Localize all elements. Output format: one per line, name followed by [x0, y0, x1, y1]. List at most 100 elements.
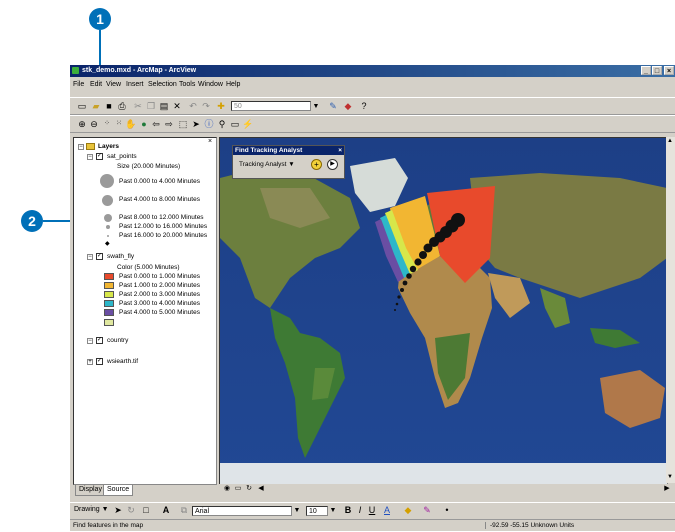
zoom-out-icon[interactable]: ⊖	[88, 118, 100, 130]
select-elements-icon[interactable]: ➤	[190, 118, 202, 130]
playback-manager-icon[interactable]: ▶	[327, 159, 338, 170]
rotate-icon[interactable]: ↻	[125, 504, 137, 516]
swath-fly-checkbox[interactable]: ✓	[96, 253, 103, 260]
font-size-combo[interactable]: 10	[306, 506, 328, 516]
scroll-up-icon[interactable]: ▲	[667, 138, 673, 144]
picture-icon[interactable]: ⧉	[178, 504, 190, 516]
scroll-left-icon[interactable]: ◀	[255, 483, 267, 495]
country-label[interactable]: country	[107, 337, 128, 344]
world-map-image	[220, 138, 667, 484]
toc-close-icon[interactable]: ×	[208, 138, 212, 145]
font-name-combo[interactable]: Arial	[192, 506, 292, 516]
save-icon[interactable]: ■	[103, 100, 115, 112]
swath-fly-item-5: Past 4.000 to 5.000 Minutes	[119, 309, 200, 316]
whats-this-icon[interactable]: ?	[358, 100, 370, 112]
text-tool-icon[interactable]: A	[160, 504, 172, 516]
wsiearth-checkbox[interactable]: ✓	[96, 358, 103, 365]
tab-source[interactable]: Source	[103, 484, 134, 496]
swath-swatch-4	[104, 300, 114, 307]
find-icon[interactable]: ⚲	[216, 118, 228, 130]
close-button[interactable]: ×	[664, 66, 674, 75]
zoom-in-icon[interactable]: ⊕	[76, 118, 88, 130]
arctoolbox-icon[interactable]: ◆	[342, 100, 354, 112]
font-size-dropdown-icon[interactable]: ▼	[327, 505, 339, 517]
sat-points-label[interactable]: sat_points	[107, 153, 137, 160]
back-icon[interactable]: ⇦	[150, 118, 162, 130]
hyperlink-icon[interactable]: ⚡	[242, 118, 254, 130]
open-icon[interactable]: ▰	[90, 100, 102, 112]
tab-display[interactable]: Display	[75, 484, 106, 496]
size-symbol-smallest	[107, 235, 109, 237]
layers-root-label[interactable]: Layers	[98, 143, 119, 150]
marker-color-icon[interactable]: •	[441, 504, 453, 516]
add-data-icon[interactable]: ✚	[215, 100, 227, 112]
menu-view[interactable]: View	[106, 81, 121, 88]
fixed-zoom-in-icon[interactable]: ⁘	[101, 118, 113, 130]
tracking-analyst-dropdown[interactable]: Tracking Analyst ▼	[239, 161, 295, 168]
drawing-menu[interactable]: Drawing ▼	[74, 506, 109, 513]
map-vertical-scrollbar[interactable]: ▲ ▼	[666, 137, 675, 483]
full-extent-icon[interactable]: ●	[138, 118, 150, 130]
menu-help[interactable]: Help	[226, 81, 240, 88]
app-icon	[72, 67, 79, 74]
wsiearth-label[interactable]: wsiearth.tif	[107, 358, 138, 365]
pan-icon[interactable]: ✋	[125, 118, 137, 130]
font-color-icon[interactable]: A	[381, 504, 393, 516]
sat-points-item-1: Past 0.000 to 4.000 Minutes	[119, 178, 200, 185]
bold-icon[interactable]: B	[342, 504, 354, 516]
measure-icon[interactable]: ▭	[229, 118, 241, 130]
sat-points-collapse-toggle[interactable]: −	[87, 154, 93, 160]
add-temporal-data-icon[interactable]: +	[311, 159, 322, 170]
map-view[interactable]	[219, 137, 668, 485]
undo-icon[interactable]: ↶	[187, 100, 199, 112]
layers-collapse-toggle[interactable]: −	[78, 144, 84, 150]
fixed-zoom-out-icon[interactable]: ⁙	[113, 118, 125, 130]
menu-edit[interactable]: Edit	[90, 81, 102, 88]
menu-selection[interactable]: Selection	[148, 81, 177, 88]
cut-icon[interactable]: ✂	[132, 100, 144, 112]
sat-points-checkbox[interactable]: ✓	[96, 153, 103, 160]
identify-icon[interactable]: ⓘ	[203, 118, 215, 130]
copy-icon[interactable]: ❐	[145, 100, 157, 112]
scroll-right-icon[interactable]: ▶	[661, 483, 673, 495]
redo-icon[interactable]: ↷	[200, 100, 212, 112]
diamond-symbol-icon: ◆	[105, 241, 110, 247]
scale-dropdown-icon[interactable]: ▼	[310, 101, 322, 113]
new-icon[interactable]: ▭	[76, 100, 88, 112]
delete-icon[interactable]: ✕	[171, 100, 183, 112]
menu-file[interactable]: File	[73, 81, 84, 88]
map-scale-combo[interactable]: 50	[231, 101, 311, 111]
line-color-icon[interactable]: ✎	[421, 504, 433, 516]
menu-insert[interactable]: Insert	[126, 81, 144, 88]
editor-icon[interactable]: ✎	[327, 100, 339, 112]
select-elements-arrow-icon[interactable]: ➤	[112, 504, 124, 516]
tracking-analyst-close-icon[interactable]: ×	[338, 146, 342, 155]
italic-icon[interactable]: I	[354, 504, 366, 516]
font-dropdown-icon[interactable]: ▼	[291, 505, 303, 517]
rectangle-tool-icon[interactable]: □	[140, 504, 152, 516]
swath-fly-item-4: Past 3.000 to 4.000 Minutes	[119, 300, 200, 307]
forward-icon[interactable]: ⇨	[163, 118, 175, 130]
paste-icon[interactable]: ▤	[158, 100, 170, 112]
refresh-icon[interactable]: ↻	[243, 483, 255, 495]
standard-toolbar: ▭ ▰ ■ ⎙ ✂ ❐ ▤ ✕ ↶ ↷ ✚ 50 ▼ ✎ ◆ ?	[70, 97, 675, 115]
arcmap-window: stk_demo.mxd - ArcMap - ArcView _ □ × Fi…	[70, 65, 675, 531]
menu-window[interactable]: Window	[198, 81, 223, 88]
swath-fly-label[interactable]: swath_fly	[107, 253, 134, 260]
print-icon[interactable]: ⎙	[116, 100, 128, 112]
country-collapse-toggle[interactable]: −	[87, 338, 93, 344]
minimize-button[interactable]: _	[641, 66, 651, 75]
menu-tools[interactable]: Tools	[179, 81, 195, 88]
country-checkbox[interactable]: ✓	[96, 337, 103, 344]
tools-toolbar: ⊕ ⊖ ⁘ ⁙ ✋ ● ⇦ ⇨ ⬚ ➤ ⓘ ⚲ ▭ ⚡	[70, 115, 675, 133]
map-view-controls: ◉ ▭ ↻ ◀ ▶	[219, 484, 674, 494]
wsiearth-expand-toggle[interactable]: +	[87, 359, 93, 365]
select-features-icon[interactable]: ⬚	[177, 118, 189, 130]
underline-icon[interactable]: U	[366, 504, 378, 516]
tracking-analyst-title-bar[interactable]: Find Tracking Analyst ×	[233, 146, 344, 155]
maximize-button[interactable]: □	[652, 66, 662, 75]
swath-fly-collapse-toggle[interactable]: −	[87, 254, 93, 260]
tracking-analyst-title: Find Tracking Analyst	[235, 147, 303, 154]
fill-color-icon[interactable]: ◆	[402, 504, 414, 516]
scroll-down-icon[interactable]: ▼	[667, 474, 673, 480]
